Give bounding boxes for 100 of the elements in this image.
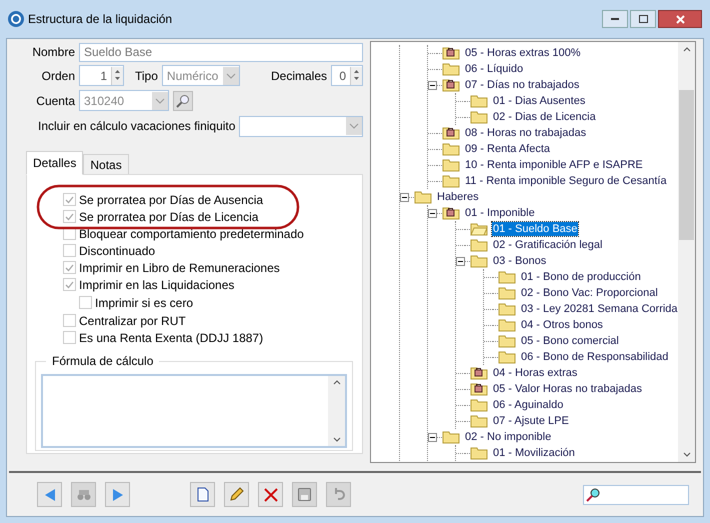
previous-button[interactable] xyxy=(37,482,62,507)
scroll-thumb[interactable] xyxy=(679,90,694,240)
tree-item[interactable]: 01 - Imponible xyxy=(464,206,536,220)
folder-icon xyxy=(498,302,516,316)
checkbox[interactable] xyxy=(63,278,76,291)
tree-item[interactable]: 05 - Bono comercial xyxy=(520,334,620,348)
vacaciones-label: Incluir en cálculo vacaciones finiquito xyxy=(38,118,236,135)
checkbox[interactable] xyxy=(63,261,76,274)
tab[interactable]: Notas xyxy=(83,154,129,175)
find-button[interactable] xyxy=(71,482,96,507)
checkbox[interactable] xyxy=(63,193,76,206)
pencil-icon xyxy=(229,487,244,502)
tree-item[interactable]: 02 - Gratificación legal xyxy=(492,238,604,252)
collapse-toggle[interactable] xyxy=(428,80,437,90)
minimize-button[interactable] xyxy=(602,10,628,28)
tree-item[interactable]: 01 - Dias Ausentes xyxy=(492,94,586,108)
orden-spinner[interactable]: 1 xyxy=(79,65,124,86)
checkbox[interactable] xyxy=(63,314,76,327)
checkbox[interactable] xyxy=(79,296,92,309)
delete-button[interactable] xyxy=(258,482,283,507)
tree-item[interactable]: 04 - Otros bonos xyxy=(520,318,604,332)
dropdown-caret-icon[interactable] xyxy=(222,66,239,84)
tree-item[interactable]: 01 - Sueldo Base xyxy=(492,222,578,236)
tree-item[interactable]: 04 - Horas extras xyxy=(492,366,578,380)
collapse-toggle[interactable] xyxy=(456,256,465,266)
scroll-up-icon[interactable] xyxy=(332,380,340,385)
nombre-label: Nombre xyxy=(31,44,75,61)
tree-item[interactable]: 02 - No imponible xyxy=(464,430,552,444)
left-arrow-icon xyxy=(42,488,56,502)
nombre-field[interactable]: Sueldo Base xyxy=(79,42,363,62)
orden-label: Orden xyxy=(40,68,75,84)
tipo-dropdown[interactable]: Numérico xyxy=(162,65,240,86)
tree-item[interactable]: Haberes xyxy=(436,190,480,204)
checkbox[interactable] xyxy=(63,244,76,257)
folder-icon xyxy=(442,174,460,188)
tree-item[interactable]: 06 - Líquido xyxy=(464,62,524,76)
save-button[interactable] xyxy=(292,482,317,507)
checkbox-label: Es una Renta Exenta (DDJJ 1887) xyxy=(79,330,264,346)
search-field[interactable] xyxy=(583,484,689,504)
locked-folder-icon xyxy=(442,46,460,60)
undo-icon xyxy=(332,488,345,501)
undo-button[interactable] xyxy=(326,482,351,507)
spin-down-icon[interactable] xyxy=(351,74,362,82)
checkbox[interactable] xyxy=(63,210,76,223)
tree-item[interactable]: 03 - Ley 20281 Semana Corrida xyxy=(520,302,678,316)
folder-icon xyxy=(498,318,516,332)
tree-scrollbar[interactable] xyxy=(678,42,695,462)
dropdown-caret-icon[interactable] xyxy=(152,92,168,110)
scrollbar[interactable] xyxy=(328,376,345,446)
checkbox-label: Centralizar por RUT xyxy=(79,312,186,330)
collapse-toggle[interactable] xyxy=(428,432,437,442)
tree-item[interactable]: 06 - Bono de Responsabilidad xyxy=(520,350,670,364)
collapse-toggle[interactable] xyxy=(400,192,409,202)
tab[interactable]: Detalles xyxy=(26,151,84,175)
checkbox-label: Se prorratea por Días de Ausencia xyxy=(79,192,264,208)
folder-icon xyxy=(498,350,516,364)
search-button[interactable] xyxy=(173,90,193,110)
tree-item[interactable]: 05 - Valor Horas no trabajadas xyxy=(492,382,643,396)
collapse-toggle[interactable] xyxy=(428,208,437,218)
spin-down-icon[interactable] xyxy=(112,74,123,82)
locked-folder-icon xyxy=(442,78,460,92)
checkbox-label: Se prorratea por Días de Licencia xyxy=(79,208,258,226)
close-icon xyxy=(676,14,684,24)
new-button[interactable] xyxy=(190,482,215,507)
decimales-label: Decimales xyxy=(270,68,327,84)
tree-item[interactable]: 07 - Días no trabajados xyxy=(464,78,580,92)
tree-item[interactable]: 03 - Bonos xyxy=(492,254,548,268)
tree-item[interactable]: 09 - Renta Afecta xyxy=(464,142,551,156)
tree-item[interactable]: 02 - Bono Vac: Proporcional xyxy=(520,286,659,300)
folder-icon xyxy=(470,398,488,412)
maximize-button[interactable] xyxy=(630,10,656,28)
formula-label: Fórmula de cálculo xyxy=(46,354,160,368)
folder-icon xyxy=(442,142,460,156)
checkbox[interactable] xyxy=(63,331,76,344)
scroll-up-icon[interactable] xyxy=(682,47,690,52)
scroll-down-icon[interactable] xyxy=(682,452,690,457)
tree-item[interactable]: 01 - Bono de producción xyxy=(520,270,642,284)
next-button[interactable] xyxy=(105,482,130,507)
delete-icon xyxy=(264,488,278,502)
tree-item[interactable]: 08 - Horas no trabajadas xyxy=(464,126,588,140)
window-title: Estructura de la liquidación xyxy=(28,11,172,28)
checkbox-label: Imprimir si es cero xyxy=(95,294,194,312)
folder-icon xyxy=(470,238,488,252)
close-button[interactable] xyxy=(658,10,702,28)
tree-item[interactable]: 07 - Ajsute LPE xyxy=(492,414,570,428)
cuenta-dropdown[interactable]: 310240 xyxy=(79,90,169,111)
folder-icon xyxy=(470,414,488,428)
tree-item[interactable]: 02 - Dias de Licencia xyxy=(492,110,597,124)
tree-item[interactable]: 11 - Renta imponible Seguro de Cesantía xyxy=(464,174,668,188)
decimales-spinner[interactable]: 0 xyxy=(331,65,363,86)
tree-item[interactable]: 10 - Renta imponible AFP e ISAPRE xyxy=(464,158,644,172)
folder-icon xyxy=(498,270,516,284)
edit-button[interactable] xyxy=(224,482,249,507)
tree-item[interactable]: 01 - Movilización xyxy=(492,446,576,460)
minimize-icon xyxy=(611,17,619,21)
scroll-down-icon[interactable] xyxy=(332,437,340,442)
formula-field[interactable] xyxy=(41,374,347,448)
tree-item[interactable]: 05 - Horas extras 100% xyxy=(464,46,582,60)
locked-folder-icon xyxy=(442,206,460,220)
tree-item[interactable]: 06 - Aguinaldo xyxy=(492,398,564,412)
